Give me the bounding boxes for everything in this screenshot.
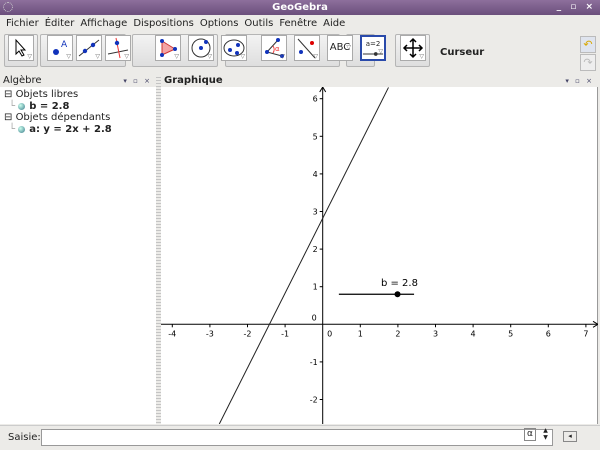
line-a <box>218 87 389 424</box>
y-tick-label: 3 <box>313 208 318 217</box>
angle-tool[interactable]: α ▽ <box>261 35 287 61</box>
menu-affichage[interactable]: Affichage <box>77 15 130 32</box>
x-tick-label: 0 <box>327 329 332 338</box>
x-tick-label: -2 <box>244 329 252 338</box>
history-spinner[interactable]: ▲▼ <box>542 427 549 441</box>
menu-options[interactable]: Options <box>197 15 242 32</box>
slider-tool[interactable]: a=2 ▽ <box>360 35 386 61</box>
menu-outils[interactable]: Outils <box>241 15 276 32</box>
svg-text:A: A <box>61 40 68 50</box>
graphics-view[interactable]: -4 -3 -2 -1 0 1 2 3 4 5 6 7 -2 -1 0 1 2 3 4 5 6 b = 2.8 <box>161 87 598 424</box>
input-bar: Saisie: α ▲▼ ◂ <box>0 425 600 450</box>
visibility-toggle-icon[interactable] <box>18 125 26 133</box>
move-view-tool[interactable]: ▽ <box>400 35 426 61</box>
x-tick-label: 3 <box>433 329 438 338</box>
x-tick-label: 2 <box>395 329 400 338</box>
dependent-objects-node[interactable]: ⊟ Objets dépendants <box>4 112 110 123</box>
reflect-tool[interactable]: ▽ <box>294 35 320 61</box>
current-tool-name: Curseur <box>440 47 485 58</box>
x-tick-label: 5 <box>508 329 513 338</box>
circle-tool[interactable]: ▽ <box>188 35 214 61</box>
toggle-input-help-button[interactable]: ◂ <box>563 431 577 442</box>
free-objects-label: Objets libres <box>15 89 79 100</box>
input-label: Saisie: <box>8 432 41 443</box>
algebra-item-text: a: y = 2x + 2.8 <box>29 124 112 135</box>
x-tick-label: 4 <box>471 329 476 338</box>
y-tick-label: -1 <box>310 358 318 367</box>
y-tick-label: 0 <box>312 313 317 322</box>
visibility-toggle-icon[interactable] <box>18 102 26 110</box>
graphics-panel-header: Graphique ▾ ▫ × <box>161 75 598 87</box>
undo-button[interactable]: ↶ <box>580 36 596 53</box>
y-tick-label: 6 <box>313 95 318 104</box>
graphics-title: Graphique <box>164 75 223 86</box>
slider-label: b = 2.8 <box>381 278 418 289</box>
free-objects-node[interactable]: ⊟ Objets libres <box>4 89 78 100</box>
redo-button[interactable]: ↷ <box>580 54 596 71</box>
point-tool[interactable]: A ▽ <box>47 35 73 61</box>
algebra-view: ⊟ Objets libres └ b = 2.8 ⊟ Objets dépen… <box>0 87 156 424</box>
svg-text:α: α <box>275 45 280 53</box>
alpha-button[interactable]: α <box>524 428 536 441</box>
algebra-item-a[interactable]: └ a: y = 2x + 2.8 <box>9 124 112 135</box>
line-tool[interactable]: ▽ <box>76 35 102 61</box>
panel-controls[interactable]: ▾ ▫ × <box>565 75 594 87</box>
x-tick-label: 1 <box>358 329 363 338</box>
x-tick-label: -3 <box>206 329 214 338</box>
text-tool[interactable]: ABC ▽ <box>327 35 353 61</box>
algebra-title: Algèbre <box>3 75 42 86</box>
window-controls[interactable]: _ ▫ × <box>557 0 596 15</box>
menu-aide[interactable]: Aide <box>320 15 348 32</box>
algebra-item-b[interactable]: └ b = 2.8 <box>9 101 69 112</box>
x-tick-label: 6 <box>546 329 551 338</box>
app-icon <box>3 2 13 12</box>
y-tick-label: -2 <box>310 396 318 405</box>
slider-handle[interactable] <box>394 291 401 298</box>
y-tick-label: 5 <box>313 132 318 141</box>
x-tick-label: -4 <box>168 329 176 338</box>
menu-dispositions[interactable]: Dispositions <box>130 15 197 32</box>
x-tick-label: -1 <box>281 329 289 338</box>
menu-fichier[interactable]: Fichier <box>3 15 42 32</box>
graphics-canvas[interactable]: -4 -3 -2 -1 0 1 2 3 4 5 6 7 -2 -1 0 1 2 3 4 5 6 b = 2.8 <box>161 87 598 424</box>
menu-editer[interactable]: Éditer <box>42 15 78 32</box>
polygon-tool[interactable]: ▽ <box>155 35 181 61</box>
move-tool[interactable]: ▽ <box>8 35 34 61</box>
y-tick-label: 1 <box>313 283 318 292</box>
title-bar: GeoGebra _ ▫ × <box>0 0 600 15</box>
input-field[interactable] <box>41 429 553 446</box>
panel-controls[interactable]: ▾ ▫ × <box>123 75 152 87</box>
conic-tool[interactable]: ▽ <box>221 35 247 61</box>
dependent-objects-label: Objets dépendants <box>15 112 111 123</box>
y-tick-label: 2 <box>313 245 318 254</box>
menu-fenetre[interactable]: Fenêtre <box>276 15 320 32</box>
algebra-item-text: b = 2.8 <box>29 101 70 112</box>
y-tick-label: 4 <box>313 170 318 179</box>
toolbar: ▽ A ▽ ▽ ▽ ▽ ▽ ▽ α ▽ ▽ ABC ▽ a=2 ▽ ▽ Curseur … <box>0 32 600 74</box>
x-tick-label: 7 <box>583 329 588 338</box>
perpendicular-tool[interactable]: ▽ <box>105 35 131 61</box>
algebra-panel-header: Algèbre ▾ ▫ × <box>3 75 156 87</box>
menu-bar: Fichier Éditer Affichage Dispositions Op… <box>0 15 600 32</box>
window-title: GeoGebra <box>272 2 328 13</box>
